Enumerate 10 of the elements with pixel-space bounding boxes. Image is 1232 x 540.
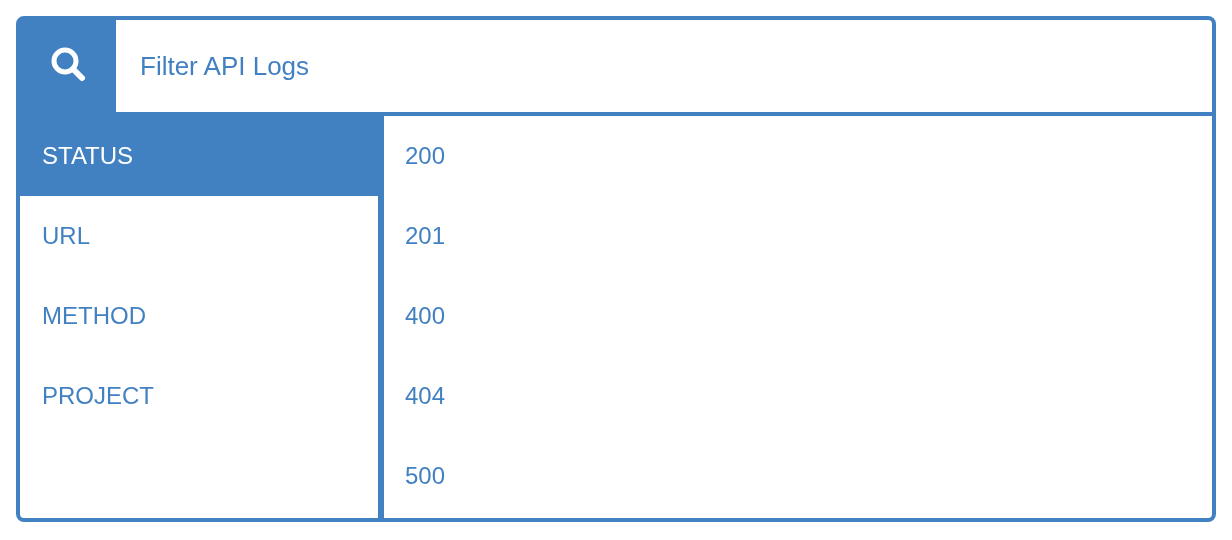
category-item[interactable]: PROJECT (20, 356, 378, 436)
search-field[interactable]: Filter API Logs (116, 20, 1212, 112)
value-item[interactable]: 201 (384, 196, 1212, 276)
value-item[interactable]: 404 (384, 356, 1212, 436)
value-item[interactable]: 200 (384, 116, 1212, 196)
value-item[interactable]: 500 (384, 436, 1212, 516)
value-item[interactable]: 400 (384, 276, 1212, 356)
category-item[interactable]: STATUS (20, 116, 378, 196)
category-item[interactable]: METHOD (20, 276, 378, 356)
category-item[interactable]: URL (20, 196, 378, 276)
